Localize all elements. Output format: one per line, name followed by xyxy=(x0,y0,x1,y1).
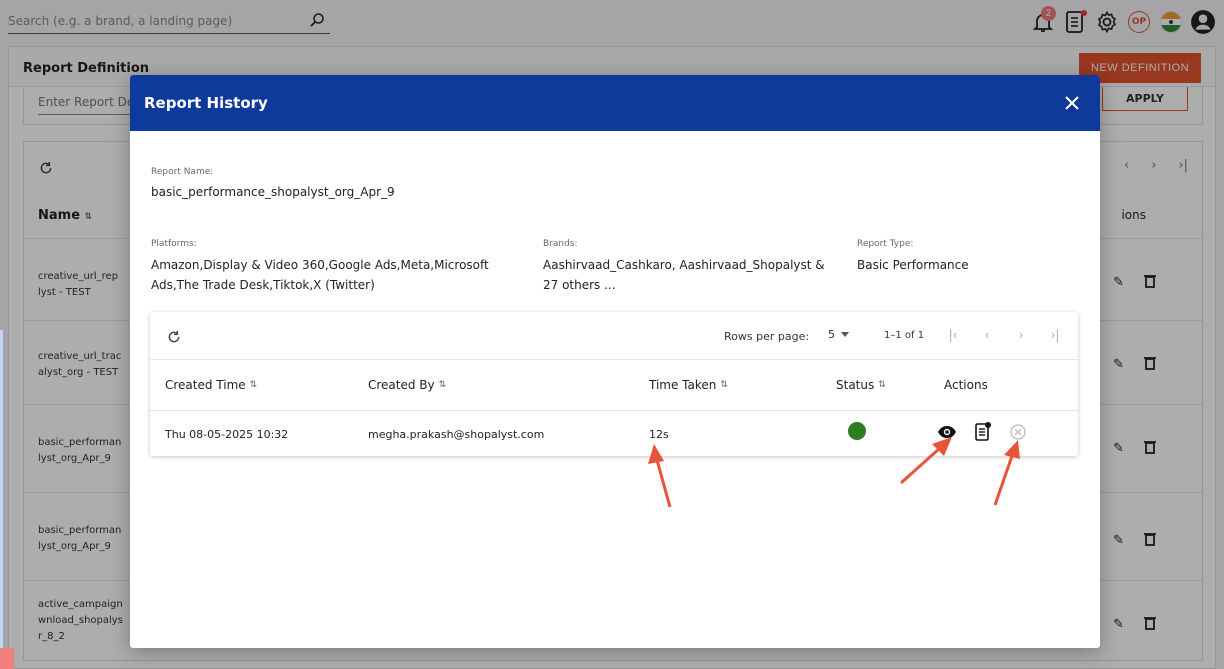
corner-marker xyxy=(0,648,14,669)
rows-per-page-select[interactable]: 5 xyxy=(828,328,849,341)
history-table: Rows per page: 5 1–1 of 1 |‹ ‹ › ›| Crea… xyxy=(150,312,1078,456)
cancel-circle-icon[interactable] xyxy=(1008,422,1028,442)
modal-header: Report History xyxy=(130,75,1100,131)
chevron-down-icon xyxy=(841,332,849,337)
pagination-range: 1–1 of 1 xyxy=(884,330,925,341)
created-time-cell: Thu 08-05-2025 10:32 xyxy=(165,428,289,441)
sort-icon: ⇅ xyxy=(249,380,258,390)
last-page-icon[interactable]: ›| xyxy=(1046,326,1064,344)
table-toolbar: Rows per page: 5 1–1 of 1 |‹ ‹ › ›| xyxy=(150,312,1078,360)
log-document-icon[interactable] xyxy=(973,422,993,442)
platforms-value: Amazon,Display & Video 360,Google Ads,Me… xyxy=(151,258,489,292)
platforms-label: Platforms: xyxy=(151,239,197,249)
sort-icon: ⇅ xyxy=(438,380,447,390)
created-by-header[interactable]: Created By ⇅ xyxy=(368,378,446,392)
view-eye-icon[interactable] xyxy=(937,422,957,442)
report-type-value: Basic Performance xyxy=(857,258,969,272)
report-history-modal: Report History Report Name: basic_perfor… xyxy=(130,75,1100,648)
prev-page-icon[interactable]: ‹ xyxy=(978,326,996,344)
created-time-header[interactable]: Created Time ⇅ xyxy=(165,378,257,392)
brands-label: Brands: xyxy=(543,239,578,249)
report-name-label: Report Name: xyxy=(151,167,214,177)
created-by-cell: megha.prakash@shopalyst.com xyxy=(368,428,545,441)
refresh-icon[interactable] xyxy=(166,329,182,349)
actions-header: Actions xyxy=(944,378,988,392)
sort-icon: ⇅ xyxy=(720,380,728,390)
rows-per-page-label: Rows per page: xyxy=(724,330,810,343)
time-taken-cell: 12s xyxy=(649,428,669,441)
next-page-icon[interactable]: › xyxy=(1012,326,1030,344)
close-icon[interactable] xyxy=(1060,91,1084,115)
status-indicator xyxy=(848,422,866,440)
report-type-label: Report Type: xyxy=(857,239,914,249)
pagination-nav: |‹ ‹ › ›| xyxy=(944,326,1064,344)
row-divider xyxy=(150,410,1078,411)
first-page-icon[interactable]: |‹ xyxy=(944,326,962,344)
modal-title: Report History xyxy=(144,94,268,112)
status-header[interactable]: Status ⇅ xyxy=(836,378,886,392)
left-edge-strip xyxy=(0,330,3,660)
time-taken-header[interactable]: Time Taken ⇅ xyxy=(649,378,728,392)
report-name-value: basic_performance_shopalyst_org_Apr_9 xyxy=(151,185,395,199)
brands-value: Aashirvaad_Cashkaro, Aashirvaad_Shopalys… xyxy=(543,258,825,292)
sort-icon: ⇅ xyxy=(878,380,886,390)
